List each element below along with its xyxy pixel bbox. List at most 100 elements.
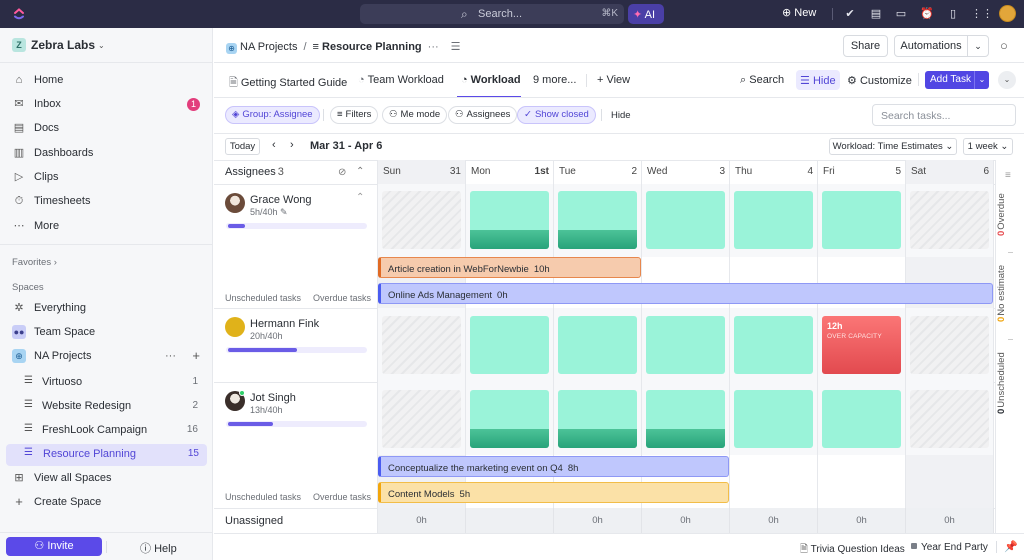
sidebar-item-timesheets[interactable]: ⏱ Timesheets bbox=[12, 192, 202, 212]
me-mode-chip[interactable]: ⚇ Me mode bbox=[382, 106, 448, 124]
hide-filter-button[interactable]: Hide bbox=[611, 110, 631, 121]
sidebar-item-everything[interactable]: ✲ Everything bbox=[12, 299, 202, 319]
help-button[interactable]: ⓘ Help bbox=[140, 540, 177, 556]
no-estimate-counter[interactable]: 0No estimate bbox=[996, 258, 1024, 330]
capacity-cell[interactable] bbox=[470, 316, 549, 374]
period-select[interactable]: 1 week ⌄ bbox=[963, 138, 1013, 155]
capacity-cell[interactable] bbox=[646, 316, 725, 374]
collapse-row-icon[interactable]: ⌃ bbox=[356, 192, 364, 203]
more-options-icon[interactable]: ··· bbox=[165, 350, 176, 362]
video-icon[interactable]: ▭ bbox=[894, 7, 908, 21]
assignee-row-header[interactable]: Hermann Fink 20h/40h bbox=[225, 317, 370, 343]
overdue-tasks-link[interactable]: Overdue tasks bbox=[313, 492, 371, 502]
user-avatar[interactable] bbox=[999, 5, 1016, 22]
task-bar[interactable]: Article creation in WebForNewbie 10h bbox=[378, 257, 641, 278]
list-item-resource-planning[interactable]: ☰ Resource Planning 15 bbox=[6, 444, 207, 466]
comment-icon[interactable]: ○ bbox=[1000, 38, 1008, 53]
plus-icon[interactable]: + bbox=[192, 348, 200, 363]
automations-dropdown-button[interactable]: ⌄ bbox=[967, 35, 989, 57]
footer-item-year-end-party[interactable]: Year End Party bbox=[911, 542, 988, 553]
more-options-icon[interactable]: ··· bbox=[428, 41, 439, 53]
view-search-button[interactable]: ⌕ Search bbox=[740, 74, 784, 87]
sidebar-item-home[interactable]: ⌂ Home bbox=[12, 71, 202, 91]
workspace-switcher[interactable]: Z Zebra Labs ⌄ bbox=[12, 38, 105, 56]
day-off-cell[interactable] bbox=[382, 316, 461, 374]
automations-button[interactable]: Automations bbox=[894, 35, 968, 57]
create-space[interactable]: + Create Space bbox=[12, 493, 202, 513]
unscheduled-tasks-link[interactable]: Unscheduled tasks bbox=[225, 492, 301, 502]
add-view-button[interactable]: + View bbox=[597, 74, 630, 86]
show-closed-chip[interactable]: ✓ Show closed bbox=[517, 106, 596, 124]
day-off-cell[interactable] bbox=[910, 390, 989, 448]
workload-type-select[interactable]: Workload: Time Estimates ⌄ bbox=[829, 138, 957, 155]
tab-workload[interactable]: ◔ Workload bbox=[461, 74, 521, 86]
previous-week-button[interactable]: ‹ bbox=[272, 139, 276, 151]
assignee-row-header[interactable]: Jot Singh 13h/40h bbox=[225, 390, 370, 417]
global-search[interactable]: ⌕ Search... ⌘K bbox=[360, 4, 624, 24]
collapse-header-button[interactable]: ⌄ bbox=[998, 71, 1016, 89]
sidebar-item-na-projects[interactable]: ⊕ NA Projects ··· + bbox=[12, 347, 202, 367]
eye-off-icon[interactable]: ⊘ bbox=[338, 167, 346, 178]
capacity-cell[interactable] bbox=[470, 191, 549, 249]
capacity-cell[interactable] bbox=[646, 191, 725, 249]
tab-getting-started-guide[interactable]: 🗎 Getting Started Guide bbox=[229, 74, 347, 93]
sidebar-item-dashboards[interactable]: ▥ Dashboards bbox=[12, 144, 202, 164]
capacity-cell[interactable] bbox=[646, 390, 725, 448]
tab-more-views[interactable]: 9 more... bbox=[533, 74, 576, 86]
unscheduled-counter[interactable]: 0Unscheduled bbox=[996, 346, 1024, 420]
sidebar-item-docs[interactable]: ▤ Docs bbox=[12, 119, 202, 139]
sidebar-item-team-space[interactable]: ●● Team Space bbox=[12, 323, 202, 343]
edit-pencil-icon[interactable]: ✎ bbox=[278, 207, 288, 217]
view-hide-button[interactable]: ☰ Hide bbox=[796, 70, 840, 90]
share-button[interactable]: Share bbox=[843, 35, 888, 57]
list-item-virtuoso[interactable]: ☰ Virtuoso 1 bbox=[20, 372, 206, 392]
assignee-row-header[interactable]: Grace Wong 5h/40h ✎ bbox=[225, 193, 370, 219]
breadcrumb-list[interactable]: Resource Planning bbox=[322, 41, 422, 53]
capacity-cell[interactable] bbox=[558, 191, 637, 249]
customize-button[interactable]: ⚙ Customize bbox=[847, 74, 912, 87]
task-bar[interactable]: Online Ads Management 0h bbox=[378, 283, 993, 304]
tab-team-workload[interactable]: ◔ Team Workload bbox=[358, 74, 444, 86]
menu-icon[interactable]: ≡ bbox=[1005, 170, 1011, 181]
apps-grid-icon[interactable]: ⋮⋮ bbox=[971, 7, 993, 21]
breadcrumb-space[interactable]: NA Projects bbox=[240, 41, 297, 53]
day-off-cell[interactable] bbox=[382, 390, 461, 448]
view-all-spaces[interactable]: ⊞ View all Spaces bbox=[12, 469, 202, 489]
favorites-header[interactable]: Favorites › bbox=[12, 257, 57, 268]
collapse-all-icon[interactable]: ⌃ bbox=[356, 166, 364, 177]
group-by-chip[interactable]: ◈ Group: Assignee bbox=[225, 106, 320, 124]
new-button[interactable]: ⊕ New bbox=[782, 6, 816, 19]
task-bar[interactable]: Content Models 5h bbox=[378, 482, 729, 503]
search-tasks-input[interactable]: Search tasks... bbox=[872, 104, 1016, 126]
task-bar[interactable]: Conceptualize the marketing event on Q4 8… bbox=[378, 456, 729, 477]
clickup-logo-icon[interactable] bbox=[13, 7, 25, 21]
alarm-icon[interactable]: ⏰ bbox=[920, 7, 934, 21]
invite-button[interactable]: ⚇ Invite bbox=[6, 537, 102, 556]
capacity-cell[interactable] bbox=[734, 316, 813, 374]
day-off-cell[interactable] bbox=[382, 191, 461, 249]
unscheduled-tasks-link[interactable]: Unscheduled tasks bbox=[225, 293, 301, 303]
capacity-cell[interactable] bbox=[822, 191, 901, 249]
overdue-tasks-link[interactable]: Overdue tasks bbox=[313, 293, 371, 303]
list-item-freshlook-campaign[interactable]: ☰ FreshLook Campaign 16 bbox=[20, 420, 206, 440]
description-icon[interactable]: ☰ bbox=[451, 41, 461, 53]
add-task-dropdown[interactable]: ⌄ bbox=[974, 71, 989, 89]
today-button[interactable]: Today bbox=[225, 138, 260, 155]
list-item-website-redesign[interactable]: ☰ Website Redesign 2 bbox=[20, 396, 206, 416]
capacity-cell[interactable] bbox=[558, 316, 637, 374]
footer-item-trivia[interactable]: 🗎 Trivia Question Ideas bbox=[800, 542, 905, 559]
pin-icon[interactable]: 📌 bbox=[1004, 540, 1018, 553]
day-off-cell[interactable] bbox=[910, 191, 989, 249]
day-off-cell[interactable] bbox=[910, 316, 989, 374]
capacity-cell[interactable] bbox=[734, 191, 813, 249]
over-capacity-cell[interactable]: 12h OVER CAPACITY bbox=[822, 316, 901, 374]
sidebar-item-inbox[interactable]: ✉ Inbox 1 bbox=[12, 95, 202, 115]
assignees-chip[interactable]: ⚇ Assignees bbox=[448, 106, 518, 124]
check-circle-icon[interactable]: ✔ bbox=[843, 7, 857, 21]
sidebar-item-clips[interactable]: ▷ Clips bbox=[12, 168, 202, 188]
sidebar-item-more[interactable]: ⋯ More bbox=[12, 217, 202, 237]
filters-chip[interactable]: ≡ Filters bbox=[330, 106, 379, 124]
capacity-cell[interactable] bbox=[734, 390, 813, 448]
next-week-button[interactable]: › bbox=[290, 139, 294, 151]
capacity-cell[interactable] bbox=[470, 390, 549, 448]
